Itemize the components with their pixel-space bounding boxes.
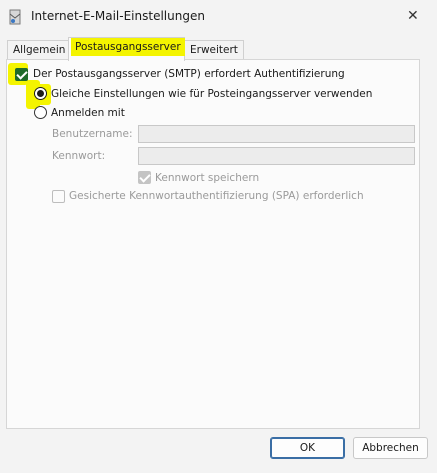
password-field[interactable] [138,147,415,165]
cancel-button-label: Abbrechen [362,442,419,454]
ok-button-label: OK [299,442,316,454]
close-button[interactable]: ✕ [391,0,437,32]
window-title: Internet-E-Mail-Einstellungen [31,9,205,23]
login-with-label: Anmelden mit [51,107,125,119]
username-field[interactable] [138,125,415,143]
outlook-envelope-icon [9,9,21,25]
tab-label: Erweitert [190,44,238,56]
tab-label: Allgemein [13,44,66,56]
tab-strip: Allgemein Postausgangsserver Erweitert [0,36,437,61]
password-label: Kennwort: [52,150,106,162]
same-settings-radio[interactable] [34,87,47,100]
smtp-auth-checkbox[interactable] [15,68,28,81]
cancel-button[interactable]: Abbrechen [353,437,428,459]
tab-erweitert[interactable]: Erweitert [184,40,244,60]
title-bar: Internet-E-Mail-Einstellungen ✕ [0,0,437,34]
username-label: Benutzername: [52,128,133,140]
close-icon: ✕ [407,8,419,24]
smtp-auth-label: Der Postausgangsserver (SMTP) erfordert … [33,68,345,80]
same-settings-label: Gleiche Einstellungen wie für Posteingan… [51,88,373,100]
login-with-radio[interactable] [34,106,47,119]
tab-label: Postausgangsserver [71,38,185,56]
save-password-label: Kennwort speichern [155,172,260,184]
ok-button[interactable]: OK [270,437,345,459]
save-password-checkbox[interactable] [138,171,151,184]
tab-allgemein[interactable]: Allgemein [7,40,69,60]
tab-postausgangsserver[interactable]: Postausgangsserver [68,37,185,61]
spa-label: Gesicherte Kennwortauthentifizierung (SP… [69,190,364,202]
spa-checkbox[interactable] [52,190,65,203]
